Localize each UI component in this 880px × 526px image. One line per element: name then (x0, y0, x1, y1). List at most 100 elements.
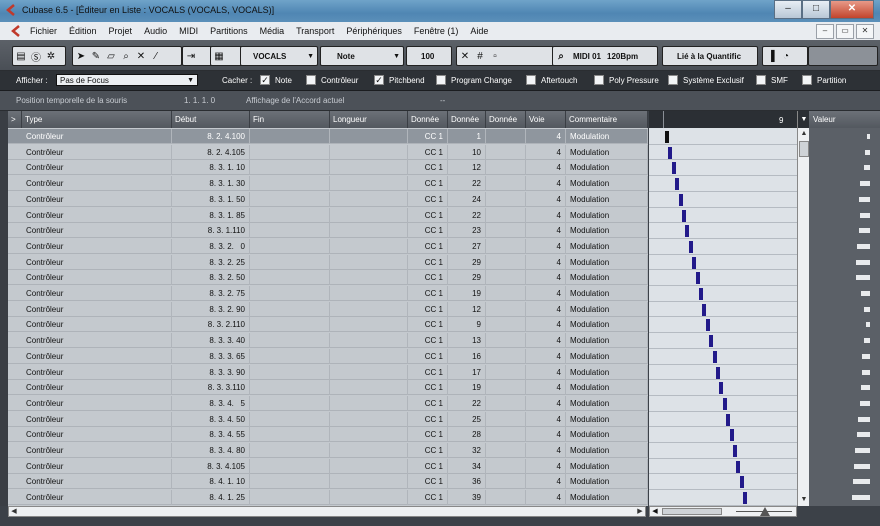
cell-len[interactable] (330, 238, 408, 254)
cell-d2[interactable]: 19 (448, 380, 486, 396)
midi-output-field[interactable]: ⌕ MIDI 01 120Bpm (552, 46, 658, 66)
cell-comment[interactable]: Modulation (566, 395, 648, 411)
cell-ch[interactable]: 4 (526, 286, 566, 301)
table-row[interactable]: Contrôleur 8. 3. 4. 55 CC 1 28 4 Modulation (8, 427, 648, 443)
value-bar[interactable] (853, 463, 870, 469)
cell-comment[interactable]: Modulation (566, 411, 648, 427)
cell-ch[interactable]: 4 (526, 348, 566, 364)
cell-end[interactable] (250, 317, 330, 333)
quantize-icon[interactable]: ▫ (489, 50, 501, 62)
filter-checkbox-6[interactable]: Système Exclusif (668, 75, 744, 85)
menu-item-8[interactable]: Périphériques (346, 26, 402, 36)
event-bar[interactable] (695, 272, 700, 285)
cell-d1[interactable]: CC 1 (408, 364, 448, 380)
cell-d2[interactable]: 34 (448, 458, 486, 474)
cell-len[interactable] (330, 301, 408, 317)
cell-type[interactable]: Contrôleur (22, 443, 172, 458)
menu-item-7[interactable]: Transport (296, 26, 334, 36)
value-bar[interactable] (859, 181, 870, 187)
cell-d3[interactable] (486, 348, 526, 364)
table-row[interactable]: Contrôleur 8. 3. 2. 90 CC 1 12 4 Modulation (8, 301, 648, 317)
cell-comment[interactable]: Modulation (566, 348, 648, 364)
cell-start[interactable]: 8. 3. 2. 75 (172, 286, 250, 301)
clock-icon[interactable]: ◔ (780, 50, 792, 62)
cell-end[interactable] (250, 395, 330, 411)
cell-d3[interactable] (486, 223, 526, 239)
column-header-1[interactable]: Début (172, 111, 250, 128)
cell-type[interactable]: Contrôleur (22, 364, 172, 380)
cell-type[interactable]: Contrôleur (22, 411, 172, 427)
inspector-icon[interactable]: ▤ (15, 50, 27, 62)
cell-ch[interactable]: 4 (526, 317, 566, 333)
event-bar[interactable] (709, 335, 714, 348)
cell-ch[interactable]: 4 (526, 207, 566, 223)
cell-comment[interactable]: Modulation (566, 270, 648, 286)
cell-ch[interactable]: 4 (526, 395, 566, 411)
cell-d2[interactable]: 29 (448, 254, 486, 270)
meter-icon[interactable]: ▐ (765, 50, 777, 62)
cell-d2[interactable]: 12 (448, 160, 486, 176)
table-row[interactable]: Contrôleur 8. 3. 2. 0 CC 1 27 4 Modulation (8, 238, 648, 254)
menu-item-0[interactable]: Fichier (30, 26, 57, 36)
event-bar[interactable] (699, 288, 703, 300)
table-row[interactable]: Contrôleur 8. 2. 4.100 CC 1 1 4 Modulation (8, 129, 648, 144)
filter-checkbox-8[interactable]: Partition (802, 75, 846, 85)
table-row[interactable]: Contrôleur 8. 3. 1.110 CC 1 23 4 Modulation (8, 223, 648, 239)
cell-len[interactable] (330, 207, 408, 223)
cell-d3[interactable] (486, 427, 526, 443)
cell-d1[interactable]: CC 1 (408, 254, 448, 270)
x-icon[interactable]: ✕ (459, 50, 471, 62)
cell-end[interactable] (250, 380, 330, 396)
cell-comment[interactable]: Modulation (566, 458, 648, 474)
close-button[interactable]: ✕ (830, 0, 874, 19)
cell-d1[interactable]: CC 1 (408, 176, 448, 192)
table-row[interactable]: Contrôleur 8. 3. 4. 80 CC 1 32 4 Modulation (8, 443, 648, 458)
event-bar[interactable] (668, 146, 673, 159)
cell-d1[interactable]: CC 1 (408, 333, 448, 349)
cell-type[interactable]: Contrôleur (22, 223, 172, 239)
cell-d3[interactable] (486, 411, 526, 427)
value-bar[interactable] (867, 134, 870, 139)
table-row[interactable]: Contrôleur 8. 3. 2.110 CC 1 9 4 Modulation (8, 317, 648, 333)
checkbox-box[interactable] (802, 75, 812, 85)
menu-item-1[interactable]: Édition (69, 26, 97, 36)
cell-end[interactable] (250, 207, 330, 223)
event-bar[interactable] (739, 476, 744, 489)
cell-start[interactable]: 8. 3. 4. 50 (172, 411, 250, 427)
cell-d1[interactable]: CC 1 (408, 348, 448, 364)
cell-d2[interactable]: 9 (448, 317, 486, 333)
cell-len[interactable] (330, 427, 408, 443)
insert-type-selector[interactable]: Note ▼ (320, 46, 404, 66)
scroll-thumb[interactable] (799, 141, 809, 157)
maximize-button[interactable]: □ (802, 0, 830, 19)
cell-d3[interactable] (486, 317, 526, 333)
cell-end[interactable] (250, 490, 330, 506)
cell-d1[interactable]: CC 1 (408, 317, 448, 333)
cell-start[interactable]: 8. 3. 1. 30 (172, 176, 250, 192)
cell-d3[interactable] (486, 474, 526, 490)
track-selector[interactable]: VOCALS ▼ (240, 46, 318, 66)
cell-start[interactable]: 8. 3. 2. 50 (172, 270, 250, 286)
cell-ch[interactable]: 4 (526, 427, 566, 443)
cell-ch[interactable]: 4 (526, 160, 566, 176)
filter-checkbox-2[interactable]: ✓ Pitchbend (374, 75, 425, 85)
cell-d2[interactable]: 22 (448, 176, 486, 192)
cell-start[interactable]: 8. 3. 3. 40 (172, 333, 250, 349)
cell-end[interactable] (250, 301, 330, 317)
event-bar[interactable] (722, 397, 727, 410)
event-bar[interactable] (743, 492, 748, 505)
cell-ch[interactable]: 4 (526, 144, 566, 160)
cell-start[interactable]: 8. 3. 2.110 (172, 317, 250, 333)
cell-end[interactable] (250, 474, 330, 490)
table-row[interactable]: Contrôleur 8. 3. 1. 30 CC 1 22 4 Modulation (8, 176, 648, 192)
event-graph[interactable]: 9 (649, 111, 797, 506)
cell-type[interactable]: Contrôleur (22, 395, 172, 411)
cell-len[interactable] (330, 411, 408, 427)
table-row[interactable]: Contrôleur 8. 3. 4. 50 CC 1 25 4 Modulation (8, 411, 648, 427)
checkbox-box[interactable] (594, 75, 604, 85)
cell-type[interactable]: Contrôleur (22, 254, 172, 270)
table-row[interactable]: Contrôleur 8. 3. 2. 50 CC 1 29 4 Modulation (8, 270, 648, 286)
cell-ch[interactable]: 4 (526, 490, 566, 506)
zoom-tool-icon[interactable]: ⌕ (120, 50, 132, 62)
eraser-tool-icon[interactable]: ▱ (105, 50, 117, 62)
